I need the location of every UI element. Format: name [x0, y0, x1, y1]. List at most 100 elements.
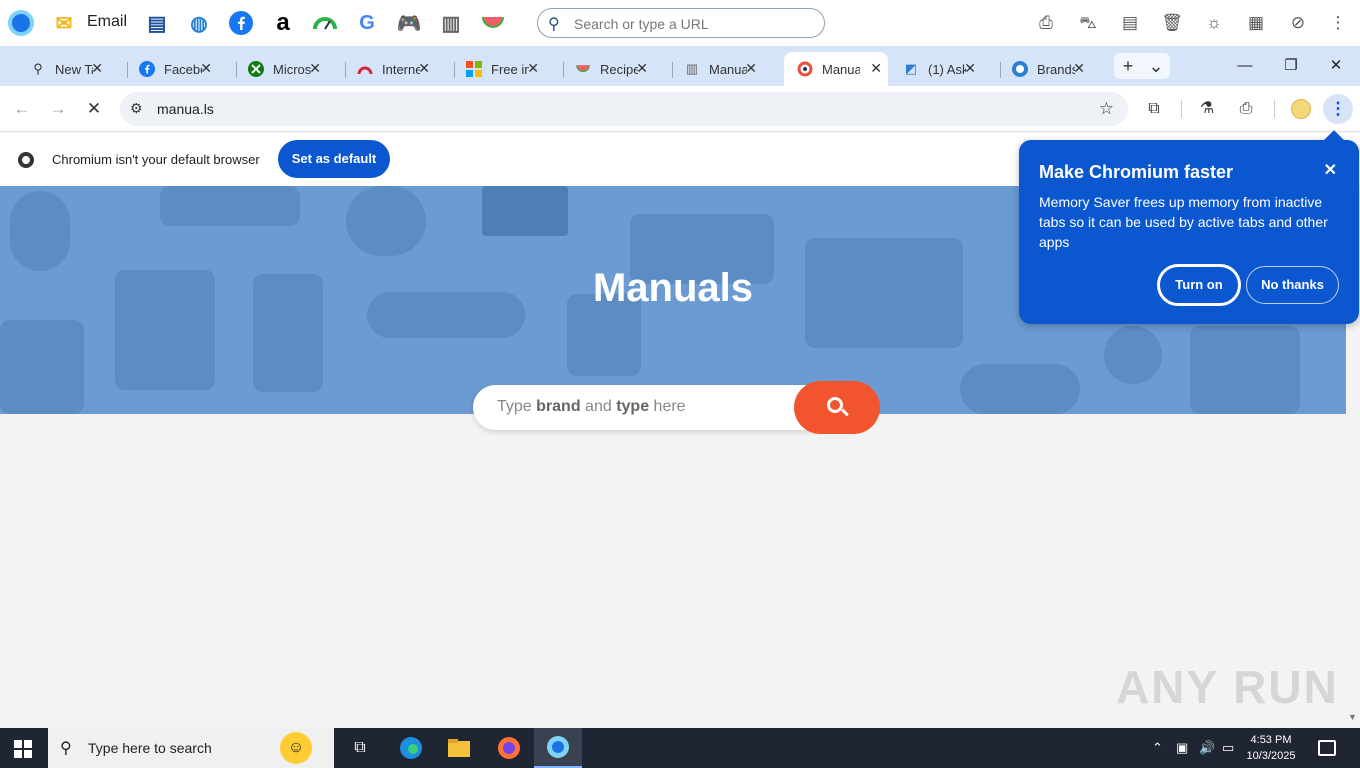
email-icon[interactable]: ✉	[50, 9, 78, 37]
stop-button[interactable]: ✕	[83, 98, 105, 120]
site-info-icon[interactable]: ⚙	[130, 100, 143, 117]
scroll-down-arrow-icon[interactable]: ▼	[1348, 712, 1357, 722]
camera-off-icon[interactable]: ⊘	[1286, 11, 1310, 35]
extensions-icon[interactable]: ⧉	[1143, 98, 1165, 120]
chromium-taskbar-icon[interactable]	[534, 728, 582, 768]
chromium-icon	[18, 152, 34, 168]
watermelon-icon[interactable]	[479, 9, 507, 37]
decor-shape	[960, 364, 1080, 414]
browser-toolbar: ← → ✕ ⚙ manua.ls ☆ ⧉ ⚗ ⎙	[0, 86, 1360, 132]
top-search-input[interactable]: ⚲ Search or type a URL	[537, 8, 825, 38]
popup-close-icon[interactable]: ✕	[1324, 160, 1337, 180]
no-thanks-button[interactable]: No thanks	[1246, 266, 1339, 304]
tab-close-icon[interactable]: ✕	[309, 60, 321, 77]
printer-icon[interactable]: ⎙	[1034, 11, 1058, 35]
facebook-icon	[138, 60, 156, 78]
clock-time: 4:53 PM	[1250, 734, 1292, 746]
tab-manuals[interactable]: ▥ Manuals ✕	[657, 52, 763, 86]
calculator-icon[interactable]: ▦	[1244, 11, 1268, 35]
weather-sun-icon[interactable]: ☺	[280, 732, 312, 764]
address-url[interactable]: manua.ls	[157, 101, 214, 117]
edge-icon[interactable]	[387, 728, 435, 768]
tab-new-tab[interactable]: ⚲ New Tab ✕	[3, 52, 109, 86]
forward-button[interactable]: →	[47, 98, 69, 120]
tab-close-icon[interactable]: ✕	[418, 60, 430, 77]
news-icon[interactable]: ▤	[143, 9, 171, 37]
tab-close-icon[interactable]: ✕	[200, 60, 212, 77]
browser-logo-icon[interactable]	[8, 10, 34, 36]
xbox-icon	[247, 60, 265, 78]
taskbar-search-input[interactable]: ⚲ Type here to search ☺	[48, 728, 334, 768]
tab-microsoft[interactable]: Microsoft ✕	[221, 52, 327, 86]
task-view-icon[interactable]: ⧉	[336, 728, 384, 768]
tab-search-button[interactable]: ⌄	[1142, 53, 1170, 79]
manual-icon: ▥	[685, 61, 699, 76]
decor-shape	[160, 186, 300, 226]
speedometer-icon[interactable]	[311, 9, 339, 37]
tab-close-icon[interactable]: ✕	[745, 60, 757, 77]
news-globe-icon[interactable]: ◍	[185, 9, 213, 37]
book-icon[interactable]: ▥	[437, 9, 465, 37]
volume-icon[interactable]: 🔊	[1199, 740, 1215, 756]
weather-icon[interactable]: ☼	[1202, 11, 1226, 35]
translate-icon[interactable]: G	[353, 9, 381, 37]
search-placeholder: Type brand and type here	[497, 398, 686, 415]
decor-shape	[0, 320, 84, 414]
new-tab-button[interactable]: +	[1114, 53, 1142, 79]
popup-body: Memory Saver frees up memory from inacti…	[1039, 194, 1328, 250]
profile-avatar[interactable]	[1291, 99, 1311, 119]
network-icon[interactable]: ▭	[1222, 740, 1234, 756]
restore-button[interactable]: ❐	[1277, 54, 1305, 78]
brand-search-input[interactable]: Type brand and type here	[473, 385, 833, 430]
address-bar[interactable]: ⚙ manua.ls ☆	[120, 92, 1128, 126]
windows-start-icon[interactable]	[14, 740, 32, 758]
file-explorer-icon[interactable]	[435, 728, 483, 768]
tab-close-icon[interactable]: ✕	[527, 60, 539, 77]
tab-ask[interactable]: ◩ (1) Ask ✕	[876, 52, 982, 86]
tab-facebook[interactable]: Facebook ✕	[112, 52, 218, 86]
notepad-icon[interactable]: ▤	[1118, 11, 1142, 35]
memory-saver-popup: Make Chromium faster ✕ Memory Saver free…	[1019, 130, 1359, 324]
decor-shape	[10, 191, 70, 271]
tab-close-icon[interactable]: ✕	[964, 60, 976, 77]
watermelon-icon	[574, 60, 592, 78]
tab-close-icon[interactable]: ✕	[1073, 60, 1085, 77]
tab-title: Recipes	[600, 61, 638, 77]
print-icon[interactable]: ⎙	[1235, 98, 1257, 120]
set-as-default-button[interactable]: Set as default	[278, 140, 390, 178]
tab-title: (1) Ask	[928, 61, 966, 77]
tab-recipes[interactable]: Recipes ✕	[548, 52, 654, 86]
speedtest-icon	[356, 60, 374, 78]
more-icon[interactable]: ⋮	[1326, 11, 1350, 35]
bookmark-star-icon[interactable]: ☆	[1099, 99, 1114, 119]
labs-flask-icon[interactable]: ⚗	[1196, 98, 1218, 120]
turn-on-button[interactable]: Turn on	[1157, 264, 1241, 306]
tab-manuals-active[interactable]: Manuals ✕	[784, 52, 888, 86]
tab-free-in[interactable]: Free in ✕	[439, 52, 545, 86]
trash-icon[interactable]: 🗑	[1160, 11, 1184, 35]
firefox-icon[interactable]	[485, 728, 533, 768]
meet-now-icon[interactable]: ▣	[1176, 740, 1188, 756]
tab-close-icon[interactable]: ✕	[636, 60, 648, 77]
facebook-icon[interactable]	[227, 9, 255, 37]
browser-menu-button[interactable]: ⋮	[1323, 94, 1353, 124]
tab-title: Microsoft	[273, 61, 311, 77]
tray-chevron-icon[interactable]: ⌃	[1152, 740, 1163, 756]
back-button[interactable]: ←	[11, 98, 33, 120]
tab-brands[interactable]: Brands ✕	[985, 52, 1091, 86]
tab-internet[interactable]: Internet ✕	[330, 52, 436, 86]
amazon-icon[interactable]: a	[269, 9, 297, 37]
gamepad-icon[interactable]: 🎮	[395, 9, 423, 37]
minimize-button[interactable]: —	[1231, 54, 1259, 78]
tab-close-icon[interactable]: ✕	[91, 60, 103, 77]
email-label[interactable]: Email	[87, 13, 127, 31]
decor-shape	[1104, 326, 1162, 384]
car-icon[interactable]: ⛍	[1076, 11, 1100, 35]
app-bar: ✉ Email ▤ ◍ a G 🎮 ▥ ⚲ Search or type a U…	[0, 0, 1360, 46]
top-search-placeholder: Search or type a URL	[574, 16, 709, 32]
search-button[interactable]	[794, 381, 880, 434]
taskbar-search-placeholder: Type here to search	[88, 740, 212, 756]
close-window-button[interactable]: ✕	[1322, 54, 1350, 78]
clock[interactable]: 4:53 PM 10/3/2025	[1246, 732, 1296, 764]
notifications-icon[interactable]	[1318, 740, 1336, 756]
